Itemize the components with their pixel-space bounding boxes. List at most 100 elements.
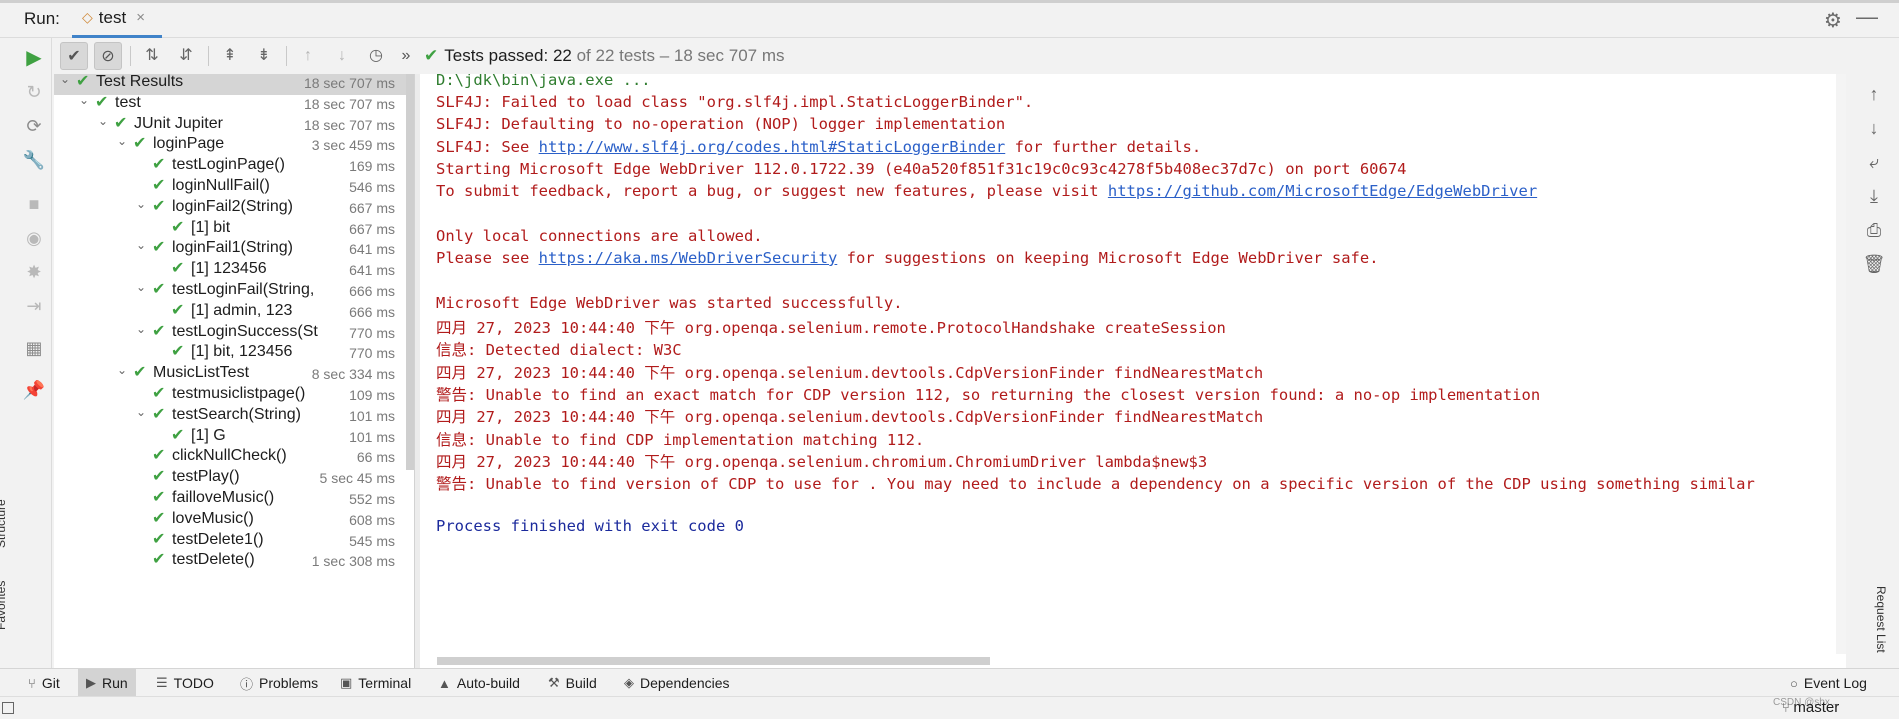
tab-test[interactable]: ◇ test × [72,0,162,38]
chevron-down-icon[interactable]: ⌄ [134,238,148,252]
tree-row-name: [1] bit, 123456 [191,343,293,361]
structure-tab[interactable]: Structure [0,499,8,548]
problems-tab[interactable]: ⓘ Problems [232,669,326,697]
console-line: 四月 27, 2023 10:44:40 下午 org.openqa.selen… [436,408,1264,426]
chevron-down-icon[interactable]: ⌄ [134,280,148,294]
scroll-to-end-icon[interactable]: ⤓ [1862,184,1886,208]
passed-check-icon: ✔ [171,301,185,319]
passed-check-icon: ✔ [171,343,185,361]
chevron-down-icon[interactable]: ⌄ [115,134,129,148]
down-stack-icon[interactable]: ↓ [1862,116,1886,140]
edge-webdriver-link[interactable]: https://github.com/MicrosoftEdge/EdgeWeb… [1108,182,1537,200]
console-line: 警告: Unable to find an exact match for CD… [436,386,1541,404]
git-tab[interactable]: ⑂ Git [20,669,68,697]
tab-label: test [98,7,127,27]
passed-check-icon: ✔ [152,322,166,340]
console-line: Process finished with exit code 0 [436,517,744,535]
show-ignored-icon[interactable]: ⊘ [94,42,122,70]
chevron-down-icon[interactable]: ⌄ [134,322,148,336]
tree-row-duration: 641 ms [349,262,395,279]
chevron-down-icon[interactable]: ⌄ [134,405,148,419]
tree-row-name: testDelete() [172,551,255,569]
build-tab[interactable]: ⚒ Build [540,669,605,697]
test-results-tree[interactable]: ⌄ ✔ Test Results 18 sec 707 ms ⌄ ✔ test 18 sec … [54,74,414,668]
request-list-tab[interactable]: Request List [1874,586,1888,653]
tree-row-name: loginNullFail() [172,177,270,194]
passed-check-icon: ✔ [152,551,166,569]
print-icon[interactable]: ⎙ [1862,218,1886,242]
close-icon[interactable]: × [136,9,145,26]
favorites-tab[interactable]: Favorites [0,581,8,630]
chevron-down-icon[interactable]: ⌄ [115,363,129,377]
tree-row-name: loginFail2(String) [172,197,293,215]
window-top-edge [0,0,1899,3]
stop-icon[interactable]: ■ [22,192,46,216]
tree-row-name: [1] bit [191,218,231,236]
todo-label: TODO [173,675,214,691]
console-line: 信息: Unable to find CDP implementation ma… [436,431,925,449]
separator [130,46,131,66]
passed-check-icon: ✔ [171,426,185,444]
expand-all-icon[interactable]: ⇞ [216,42,244,70]
console-line: To submit feedback, report a bug, or sug… [436,182,1537,200]
tree-row-duration: 545 ms [349,532,395,549]
sort-by-duration-icon[interactable]: ⇵ [172,42,200,70]
layout-icon[interactable]: ▦ [22,336,46,360]
event-log-tab[interactable]: ○ Event Log [1782,669,1875,697]
console-text: for suggestions on keeping Microsoft Edg… [837,249,1379,267]
tree-row-duration: 666 ms [349,303,395,320]
tree-row[interactable]: ✔ testDelete() 1 sec 308 ms [54,548,407,573]
git-icon: ⑂ [28,675,36,691]
exit-debug-icon[interactable]: ✸ [22,260,46,284]
toggle-auto-test-icon[interactable]: ⟳ [22,114,46,138]
chevron-down-icon[interactable]: ⌄ [134,197,148,211]
sort-alphabetically-icon[interactable]: ⇅ [138,42,166,70]
run-icon: ▶ [86,675,96,690]
console-vertical-scrollbar[interactable] [1836,74,1846,654]
test-status: ✔ Tests passed: 22 of 22 tests – 18 sec 7… [424,46,785,66]
slf4j-link[interactable]: http://www.slf4j.org/codes.html#StaticLo… [539,138,1006,156]
chevron-down-icon[interactable]: ⌄ [58,74,72,86]
webdriver-security-link[interactable]: https://aka.ms/WebDriverSecurity [539,249,838,267]
rerun-icon[interactable]: ▶ [22,46,46,70]
show-passed-icon[interactable]: ✔ [60,42,88,70]
pin-icon[interactable]: 📌 [22,378,46,402]
console-line: Please see https://aka.ms/WebDriverSecur… [436,249,1379,267]
next-failed-icon[interactable]: ↓ [328,42,356,70]
dependencies-tab[interactable]: ◈ Dependencies [616,669,738,697]
console-line: 四月 27, 2023 10:44:40 下午 org.openqa.selen… [436,364,1264,382]
passed-check-icon: ✔ [152,509,166,527]
todo-tab[interactable]: ☰ TODO [148,669,222,697]
test-history-icon[interactable]: ◷ [362,42,390,70]
login-icon[interactable]: ⇥ [22,294,46,318]
auto-build-tab[interactable]: ▲ Auto-build [430,669,528,697]
console-output[interactable]: D:\jdk\bin\java.exe ... SLF4J: Failed to… [420,74,1846,668]
git-branch[interactable]: ⑂ master [1782,699,1839,716]
collapse-all-icon[interactable]: ⇟ [250,42,278,70]
run-label: Run [102,675,128,691]
minimize-icon[interactable]: — [1856,4,1878,30]
trash-icon[interactable]: 🗑 [1862,252,1886,276]
toggle-tool-windows-icon[interactable] [2,702,14,714]
console-side-toolbar: ↑ ↓ ⤶ ⤓ ⎙ 🗑 [1846,74,1899,668]
terminal-tab[interactable]: ▣ Terminal [332,669,419,697]
camera-icon[interactable]: ◉ [22,226,46,250]
run-tab[interactable]: ▶ Run [78,669,136,697]
passed-check-icon: ✔ [152,530,166,548]
up-stack-icon[interactable]: ↑ [1862,82,1886,106]
tree-scrollbar[interactable] [406,74,414,470]
console-line: SLF4J: Defaulting to no-operation (NOP) … [436,115,1006,133]
tree-row-duration: 770 ms [349,324,395,341]
chevron-down-icon[interactable]: ⌄ [77,93,91,107]
chevron-down-icon[interactable]: ⌄ [96,114,110,128]
rerun-failed-icon[interactable]: ↻ [22,80,46,104]
layers-icon: ◈ [624,675,634,690]
soft-wrap-icon[interactable]: ⤶ [1862,150,1886,174]
more-actions-icon[interactable]: » [392,42,420,70]
tree-row-duration: 667 ms [349,220,395,237]
branch-name: master [1793,699,1840,716]
settings-wrench-icon[interactable]: 🔧 [22,148,46,172]
previous-failed-icon[interactable]: ↑ [294,42,322,70]
gear-icon[interactable]: ⚙ [1824,8,1842,33]
console-horizontal-scrollbar[interactable] [437,657,990,665]
